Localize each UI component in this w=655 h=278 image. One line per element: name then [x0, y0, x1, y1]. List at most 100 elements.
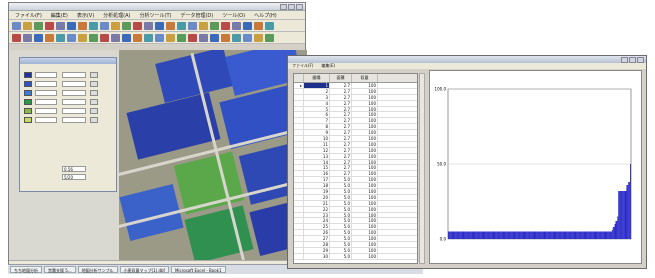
table-row[interactable]: 30 5.0 100 [294, 253, 417, 260]
chart-bar[interactable] [510, 231, 512, 240]
toolbar-button-icon[interactable] [34, 33, 43, 42]
menu-item-file[interactable]: ファイル(F) [15, 12, 42, 19]
chart-bar[interactable] [525, 231, 527, 240]
chart-bar[interactable] [477, 231, 479, 240]
chart-bar[interactable] [614, 224, 616, 239]
chart-bar[interactable] [554, 231, 556, 240]
chart-bar[interactable] [470, 231, 472, 240]
menu-item-analysis[interactable]: 分析処理(A) [103, 12, 130, 19]
chart-bar[interactable] [593, 231, 595, 240]
chart-bar[interactable] [601, 231, 603, 240]
data-menu-edit[interactable]: 編集(E) [321, 63, 335, 69]
chart-bar[interactable] [587, 231, 589, 240]
chart-bar[interactable] [580, 231, 582, 240]
toolbar-button-icon[interactable] [265, 33, 274, 42]
toolbar-button-icon[interactable] [210, 33, 219, 42]
toolbar-button-icon[interactable] [221, 33, 230, 42]
legend-range-input[interactable] [35, 72, 57, 78]
toolbar-button-icon[interactable] [199, 21, 208, 30]
chart-bar[interactable] [598, 231, 600, 240]
legend-color-swatch[interactable] [24, 81, 32, 87]
chart-bar[interactable] [506, 231, 508, 240]
chart-bar[interactable] [596, 231, 598, 240]
chart-bar[interactable] [457, 231, 459, 240]
chart-bar[interactable] [550, 231, 552, 240]
toolbar-button-icon[interactable] [144, 21, 153, 30]
chart-bar[interactable] [528, 231, 530, 240]
chart-bar[interactable] [571, 231, 573, 240]
chart-bar[interactable] [549, 231, 551, 240]
chart-bar[interactable] [529, 231, 530, 240]
chart-bar[interactable] [547, 231, 549, 240]
chart-bar[interactable] [578, 231, 580, 240]
chart-bar[interactable] [511, 231, 513, 240]
chart-bar[interactable] [498, 231, 499, 240]
chart-bar[interactable] [529, 231, 531, 240]
chart-bar[interactable] [458, 231, 460, 240]
legend-color-swatch[interactable] [24, 90, 32, 96]
chart-bar[interactable] [630, 164, 631, 239]
chart-bar[interactable] [488, 231, 490, 240]
chart-bar[interactable] [626, 185, 628, 239]
chart-bar[interactable] [519, 231, 521, 240]
legend-row-button[interactable] [90, 108, 98, 114]
chart-bar[interactable] [549, 231, 550, 240]
chart-bar[interactable] [496, 231, 498, 240]
chart-bar[interactable] [577, 231, 579, 240]
chart-bar[interactable] [462, 231, 464, 240]
legend-row-button[interactable] [90, 72, 98, 78]
legend-color-swatch[interactable] [24, 99, 32, 105]
column-header[interactable]: 収量 [352, 74, 378, 82]
chart-bar[interactable] [455, 231, 457, 240]
toolbar-button-icon[interactable] [166, 21, 175, 30]
menu-item-tools[interactable]: ツール(O) [222, 12, 245, 19]
toolbar-button-icon[interactable] [265, 21, 274, 30]
data-menu-file[interactable]: ファイル(F) [292, 63, 313, 69]
minimize-icon[interactable] [621, 57, 628, 63]
chart-bar[interactable] [597, 231, 599, 240]
chart-bar[interactable] [623, 191, 625, 239]
chart-bar[interactable] [458, 231, 459, 240]
chart-bar[interactable] [607, 231, 609, 240]
chart-bar[interactable] [560, 231, 562, 240]
chart-bar[interactable] [617, 216, 619, 240]
chart-bar[interactable] [495, 231, 497, 240]
menu-item-data[interactable]: データ管理(D) [180, 12, 213, 19]
chart-bar[interactable] [523, 231, 525, 240]
chart-bar[interactable] [497, 231, 499, 240]
chart-bar[interactable] [518, 231, 520, 240]
chart-bar[interactable] [570, 231, 571, 240]
toolbar-button-icon[interactable] [122, 21, 131, 30]
legend-color-swatch[interactable] [24, 108, 32, 114]
chart-bar[interactable] [595, 231, 597, 240]
chart-bar[interactable] [543, 231, 545, 240]
chart-bar[interactable] [492, 231, 494, 240]
toolbar-button-icon[interactable] [67, 33, 76, 42]
chart-bar[interactable] [611, 230, 613, 239]
legend-range-input[interactable] [62, 117, 86, 123]
chart-bar[interactable] [539, 231, 540, 240]
toolbar-button-icon[interactable] [188, 21, 197, 30]
toolbar-button-icon[interactable] [34, 21, 43, 30]
chart-bar[interactable] [541, 231, 543, 240]
chart-bar[interactable] [489, 231, 491, 240]
chart-bar[interactable] [544, 231, 546, 240]
chart-bar[interactable] [627, 185, 629, 239]
chart-bar[interactable] [568, 231, 570, 240]
toolbar-button-icon[interactable] [67, 21, 76, 30]
chart-bar[interactable] [574, 231, 576, 240]
chart-bar[interactable] [474, 231, 476, 240]
chart-bar[interactable] [501, 231, 503, 240]
legend-range-input[interactable] [35, 117, 57, 123]
chart-bar[interactable] [569, 231, 570, 240]
chart-bar[interactable] [567, 231, 569, 240]
chart-bar[interactable] [545, 231, 547, 240]
map-field[interactable] [126, 92, 221, 160]
chart-bar[interactable] [580, 231, 581, 240]
chart-bar[interactable] [594, 231, 596, 240]
legend-range-input[interactable] [35, 99, 57, 105]
chart-bar[interactable] [570, 231, 572, 240]
chart-bar[interactable] [606, 231, 608, 240]
chart-bar[interactable] [532, 231, 534, 240]
chart-bar[interactable] [565, 231, 567, 240]
